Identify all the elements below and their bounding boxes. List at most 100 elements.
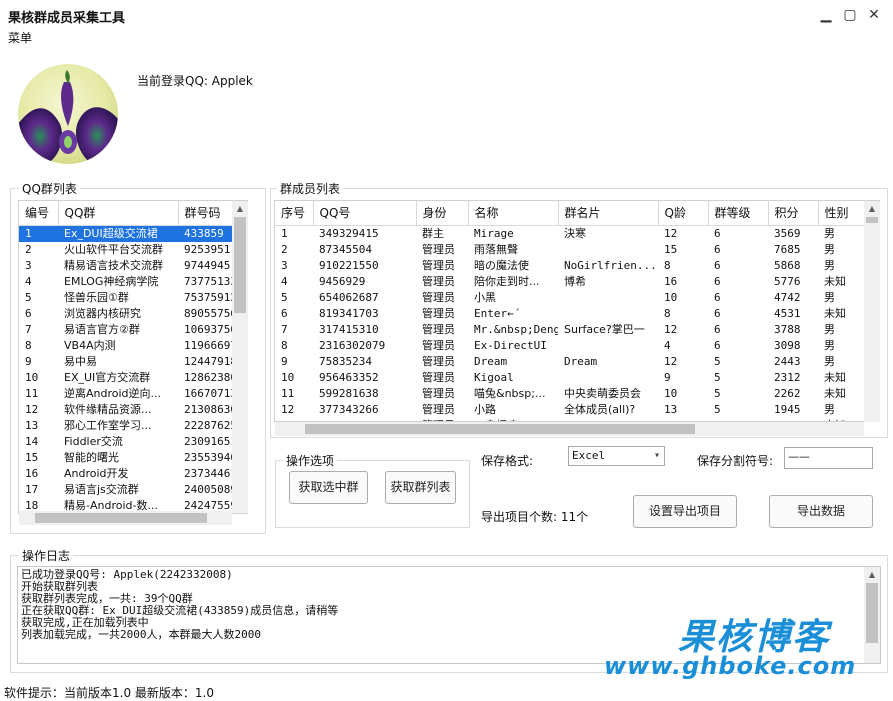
member-cell: 8 bbox=[664, 306, 671, 320]
member-list-vscrollbar[interactable]: ▲ bbox=[864, 201, 880, 422]
group-cell: 火山软件平台交流群 bbox=[64, 242, 163, 256]
group-list-table[interactable]: 编号 QQ群 群号码 1 Ex_DUI超级交流裙 433859 2 火山软件平台交流群 925… bbox=[18, 200, 248, 514]
group-column-header[interactable]: QQ群 bbox=[58, 201, 179, 226]
log-line: 已成功登录QQ号: Applek(2242332008) bbox=[21, 568, 233, 581]
minimize-button[interactable]: ▁ bbox=[814, 4, 838, 26]
group-row[interactable]: 8 VB4A内测 11966697 bbox=[19, 338, 247, 354]
save-format-select[interactable]: Excel ▾ bbox=[568, 446, 665, 466]
member-cell: Dream bbox=[474, 354, 508, 368]
menu-item[interactable]: 菜单 bbox=[8, 29, 32, 46]
group-row[interactable]: 15 智能的曙光 23553946 bbox=[19, 450, 247, 466]
group-row[interactable]: 3 精易语言技术交流群 9744945 bbox=[19, 258, 247, 274]
group-cell: 7 bbox=[25, 322, 32, 336]
member-row[interactable]: 6 819341703 管理员 Enter←´ 8 6 4531 未知 bbox=[275, 306, 879, 322]
group-list-vscrollbar[interactable]: ▲ bbox=[232, 201, 248, 513]
member-cell: 6 bbox=[714, 258, 721, 272]
member-row[interactable]: 2 87345504 管理员 雨落無聲 15 6 7685 男 bbox=[275, 242, 879, 258]
member-column-header[interactable]: Q龄 bbox=[658, 201, 709, 226]
get-selected-group-button[interactable]: 获取选中群 bbox=[289, 471, 368, 504]
member-row[interactable]: 12 377343266 管理员 小路 全体成员(all)? 13 5 1945 男 bbox=[275, 402, 879, 418]
member-row[interactable]: 4 9456929 管理员 陪你走到时... 博希 16 6 5776 未知 bbox=[275, 274, 879, 290]
member-column-header[interactable]: 身份 bbox=[416, 201, 469, 226]
member-list-hscrollbar[interactable] bbox=[275, 422, 864, 436]
member-cell: 599281638 bbox=[319, 386, 379, 400]
log-vscroll-thumb[interactable] bbox=[866, 583, 878, 643]
group-row[interactable]: 6 浏览器内核研究 89055756 bbox=[19, 306, 247, 322]
group-row[interactable]: 17 易语言js交流群 24005089 bbox=[19, 482, 247, 498]
member-cell: 13 bbox=[664, 402, 678, 416]
get-group-list-button[interactable]: 获取群列表 bbox=[385, 471, 456, 504]
member-cell: 管理员 bbox=[422, 370, 455, 384]
member-cell: 5868 bbox=[774, 258, 801, 272]
member-row[interactable]: 5 654062687 管理员 小黑 10 6 4742 男 bbox=[275, 290, 879, 306]
group-row[interactable]: 9 易中易 12447918 bbox=[19, 354, 247, 370]
group-list-vscroll-thumb[interactable] bbox=[234, 217, 246, 313]
member-row[interactable]: 11 599281638 管理员 喵兔&nbsp;... 中央卖萌委员会 10 5 2262 未… bbox=[275, 386, 879, 402]
member-cell: 9 bbox=[281, 354, 288, 368]
member-column-header[interactable]: 序号 bbox=[275, 201, 314, 226]
group-row[interactable]: 4 EMLOG神经病学院 73775133 bbox=[19, 274, 247, 290]
member-cell: 暗の魔法使 bbox=[474, 258, 529, 272]
scroll-up-icon[interactable]: ▲ bbox=[864, 201, 880, 217]
member-row[interactable]: 1 349329415 群主 Mirage 決寒 12 6 3569 男 bbox=[275, 225, 879, 242]
member-column-header[interactable]: QQ号 bbox=[313, 201, 417, 226]
member-cell: 349329415 bbox=[319, 226, 379, 240]
member-cell: 75835234 bbox=[319, 354, 372, 368]
member-column-header[interactable]: 积分 bbox=[768, 201, 819, 226]
group-row[interactable]: 7 易语言官方②群 10693750 bbox=[19, 322, 247, 338]
member-row[interactable]: 7 317415310 管理员 Mr.&nbsp;Deng Surface?掌巴一 12 6… bbox=[275, 322, 879, 338]
member-cell: 3 bbox=[281, 258, 288, 272]
group-cell: 易语言官方②群 bbox=[64, 322, 140, 336]
group-cell: 2 bbox=[25, 242, 32, 256]
watermark-url: www.ghboke.com bbox=[604, 652, 857, 680]
export-data-button[interactable]: 导出数据 bbox=[769, 495, 873, 528]
member-row[interactable]: 3 910221550 管理员 暗の魔法使 NoGirlfrien... 8 6 5868 男 bbox=[275, 258, 879, 274]
group-column-header[interactable]: 编号 bbox=[19, 201, 59, 226]
member-cell: 2316302079 bbox=[319, 338, 386, 352]
scroll-up-icon[interactable]: ▲ bbox=[864, 567, 880, 583]
member-cell: 2312 bbox=[774, 370, 801, 384]
group-row[interactable]: 5 怪兽乐园①群 75375912 bbox=[19, 290, 247, 306]
member-column-header[interactable]: 名称 bbox=[468, 201, 559, 226]
member-cell: 3569 bbox=[774, 226, 801, 240]
member-column-header[interactable]: 群名片 bbox=[558, 201, 659, 226]
member-row[interactable]: 9 75835234 管理员 Dream Dream 12 5 2443 男 bbox=[275, 354, 879, 370]
member-cell: 317415310 bbox=[319, 322, 379, 336]
member-cell: 5 bbox=[714, 354, 721, 368]
member-cell bbox=[558, 370, 658, 386]
group-row[interactable]: 16 Android开发 23734461 bbox=[19, 466, 247, 482]
member-row[interactable]: 10 956463352 管理员 Kigoal 9 5 2312 未知 bbox=[275, 370, 879, 386]
delimiter-input[interactable]: —— bbox=[784, 447, 873, 469]
member-cell: 1 bbox=[281, 226, 288, 240]
group-row[interactable]: 1 Ex_DUI超级交流裙 433859 bbox=[19, 225, 247, 242]
group-row[interactable]: 10 EX_UI官方交流群 12862380 bbox=[19, 370, 247, 386]
log-vscrollbar[interactable]: ▲ bbox=[864, 567, 880, 663]
member-cell bbox=[558, 290, 658, 306]
group-row[interactable]: 12 软件缘精品资源... 21308630 bbox=[19, 402, 247, 418]
member-cell: 陪你走到时... bbox=[474, 274, 540, 288]
group-cell: 精易语言技术交流群 bbox=[64, 258, 163, 272]
group-cell: Ex_DUI超级交流裙 bbox=[58, 225, 178, 242]
group-row[interactable]: 14 Fiddler交流 23091651 bbox=[19, 434, 247, 450]
member-cell: 10 bbox=[281, 370, 295, 384]
group-row[interactable]: 11 逆离Android逆向... 16670713 bbox=[19, 386, 247, 402]
group-row[interactable]: 13 邪心工作室学习... 22287625 bbox=[19, 418, 247, 434]
group-list-hscroll-thumb[interactable] bbox=[35, 513, 207, 523]
group-cell: 11 bbox=[25, 386, 39, 400]
member-cell: Enter←´ bbox=[474, 306, 521, 320]
member-cell: 5 bbox=[714, 370, 721, 384]
member-list-table[interactable]: 序号 QQ号 身份 名称 群名片 Q龄 群等级 积分 性别 1 349329415 群主 Mirage… bbox=[274, 200, 880, 422]
window-title: 果核群成员采集工具 bbox=[8, 11, 126, 26]
member-cell: NoGirlfrien... bbox=[564, 258, 657, 272]
close-button[interactable]: ✕ bbox=[862, 4, 886, 26]
member-cell: 管理员 bbox=[422, 306, 455, 320]
member-column-header[interactable]: 群等级 bbox=[708, 201, 769, 226]
maximize-button[interactable]: ▢ bbox=[838, 4, 862, 26]
set-export-items-button[interactable]: 设置导出项目 bbox=[633, 495, 737, 528]
member-row[interactable]: 8 2316302079 管理员 Ex-DirectUI 4 6 3098 男 bbox=[275, 338, 879, 354]
member-list-hscroll-thumb[interactable] bbox=[305, 424, 695, 434]
scroll-up-icon[interactable]: ▲ bbox=[232, 201, 248, 217]
group-row[interactable]: 2 火山软件平台交流群 9253951 bbox=[19, 242, 247, 258]
group-list-hscrollbar[interactable] bbox=[19, 511, 232, 525]
member-list-vscroll-thumb[interactable] bbox=[866, 217, 878, 223]
